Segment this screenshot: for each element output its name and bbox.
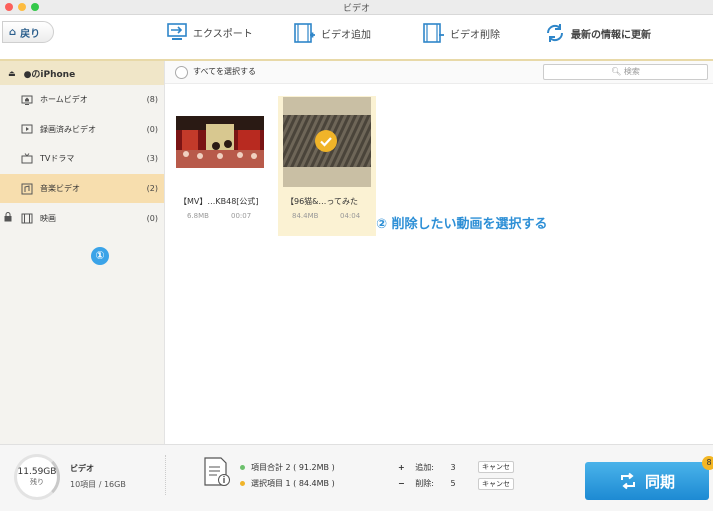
sidebar-item-movie[interactable]: 映画 (0) (0, 203, 164, 233)
video-size: 84.4MB (292, 212, 319, 220)
sidebar-item-count: (0) (146, 213, 158, 223)
delete-count: 5 (450, 479, 456, 488)
eject-icon[interactable]: ⏏ (8, 69, 16, 78)
sync-badge: 8 (702, 456, 713, 470)
step-2-annotation: ② 削除したい動画を選択する (376, 217, 548, 232)
total-items: 項目合計 2 ( 91.2MB ) (240, 462, 335, 473)
back-button[interactable]: ⌂ 戻り (2, 21, 54, 43)
back-label: 戻り (20, 28, 41, 40)
sidebar: ⏏ ●のiPhone ホームビデオ (8) 録画済みビデオ (0) TVドラマ … (0, 61, 165, 444)
video-title: 【MV】…KB48[公式] (179, 197, 259, 206)
music-video-icon (20, 183, 34, 195)
search-input[interactable]: 🔍︎ 検索 (543, 64, 708, 80)
cancel-add-button[interactable]: キャンセ (478, 461, 514, 473)
selected-check-icon (315, 130, 337, 152)
recorded-video-icon (20, 124, 34, 134)
step-1-marker: ① (91, 247, 109, 265)
video-list-panel: すべてを選択する 🔍︎ 検索 【MV】…KB48[公式] 6.8MB 00:07… (165, 61, 713, 444)
sidebar-item-label: TVドラマ (40, 154, 75, 164)
home-icon: ⌂ (9, 26, 17, 38)
refresh-button[interactable]: 最新の情報に更新 (544, 23, 651, 43)
divider (165, 455, 167, 495)
sidebar-item-count: (0) (146, 124, 158, 134)
sidebar-item-label: ホームビデオ (40, 95, 88, 105)
sync-label: 同期 (644, 472, 675, 491)
green-dot (240, 465, 245, 470)
select-all-checkbox[interactable] (175, 66, 188, 79)
sidebar-item-count: (8) (146, 95, 158, 105)
sidebar-item-recorded-video[interactable]: 録画済みビデオ (0) (0, 115, 164, 145)
tv-icon (20, 153, 34, 164)
sidebar-item-count: (2) (146, 184, 158, 194)
yellow-dot (240, 481, 245, 486)
video-title: 【96猫&…ってみた (286, 197, 359, 206)
window-title: ビデオ (342, 4, 370, 14)
device-name: ●のiPhone (23, 69, 76, 80)
delete-video-button[interactable]: ビデオ削除 (423, 23, 500, 43)
sync-button[interactable]: 同期 (585, 462, 709, 500)
sidebar-item-count: (3) (146, 154, 158, 164)
add-video-button[interactable]: ビデオ追加 (294, 23, 371, 43)
refresh-label: 最新の情報に更新 (571, 29, 651, 41)
device-header[interactable]: ⏏ ●のiPhone (0, 61, 164, 85)
video-thumbnail (176, 116, 264, 168)
cancel-delete-button[interactable]: キャンセ (478, 478, 514, 490)
selected-items-text: 選択項目 1 ( 84.4MB ) (251, 479, 335, 488)
document-info-icon (203, 457, 231, 491)
lock-icon (4, 212, 12, 224)
add-label: 追加: (415, 463, 434, 472)
sync-icon (620, 472, 635, 490)
video-size: 6.8MB (187, 212, 209, 220)
search-placeholder: 検索 (623, 67, 640, 76)
select-all-label[interactable]: すべてを選択する (193, 66, 256, 77)
sidebar-item-label: 映画 (40, 213, 56, 223)
total-items-text: 項目合計 2 ( 91.2MB ) (251, 463, 335, 472)
category-name: ビデオ (70, 464, 94, 473)
delete-label: 削除: (415, 479, 434, 488)
free-space-value: 11.59GB (17, 467, 57, 477)
export-button[interactable]: エクスポート (166, 23, 253, 41)
video-card[interactable]: 【MV】…KB48[公式] 6.8MB 00:07 (171, 96, 269, 236)
video-duration: 00:07 (231, 212, 252, 220)
refresh-icon (546, 24, 564, 42)
add-count-row: + 追加: 3 (398, 462, 456, 473)
add-count: 3 (450, 463, 456, 472)
film-add-icon (294, 23, 315, 43)
video-card-selected[interactable]: 【96猫&…ってみた 84.4MB 04:04 (278, 96, 376, 236)
delete-count-row: − 削除: 5 (398, 478, 456, 489)
plus-icon: + (398, 463, 405, 472)
selected-items: 選択項目 1 ( 84.4MB ) (240, 478, 335, 489)
export-label: エクスポート (193, 28, 253, 40)
delete-video-label: ビデオ削除 (450, 29, 500, 41)
sidebar-item-label: 音楽ビデオ (40, 184, 80, 194)
sidebar-item-home-video[interactable]: ホームビデオ (8) (0, 85, 164, 115)
status-bar: 11.59GB 残り ビデオ 10項目 / 16GB 項目合計 2 ( 91.2… (0, 444, 713, 511)
export-icon (167, 23, 187, 40)
video-duration: 04:04 (340, 212, 361, 220)
film-icon (20, 213, 34, 224)
title-bar: ビデオ (0, 0, 713, 15)
film-delete-icon (423, 23, 444, 43)
free-space-label: 残り (30, 478, 44, 486)
toolbar: ⌂ 戻り エクスポート ビデオ追加 ビデオ削除 最新の情報に更新 (0, 15, 713, 61)
minus-icon: − (398, 479, 405, 488)
tv-home-icon (20, 95, 34, 105)
sidebar-item-tv-drama[interactable]: TVドラマ (3) (0, 144, 164, 174)
list-header: すべてを選択する 🔍︎ 検索 (165, 61, 713, 84)
category-info: 10項目 / 16GB (70, 480, 126, 489)
sidebar-item-music-video[interactable]: 音楽ビデオ (2) (0, 173, 164, 204)
sidebar-item-label: 録画済みビデオ (40, 124, 96, 134)
search-icon: 🔍︎ (611, 67, 622, 76)
add-video-label: ビデオ追加 (321, 29, 371, 41)
storage-gauge: 11.59GB 残り (14, 454, 60, 500)
